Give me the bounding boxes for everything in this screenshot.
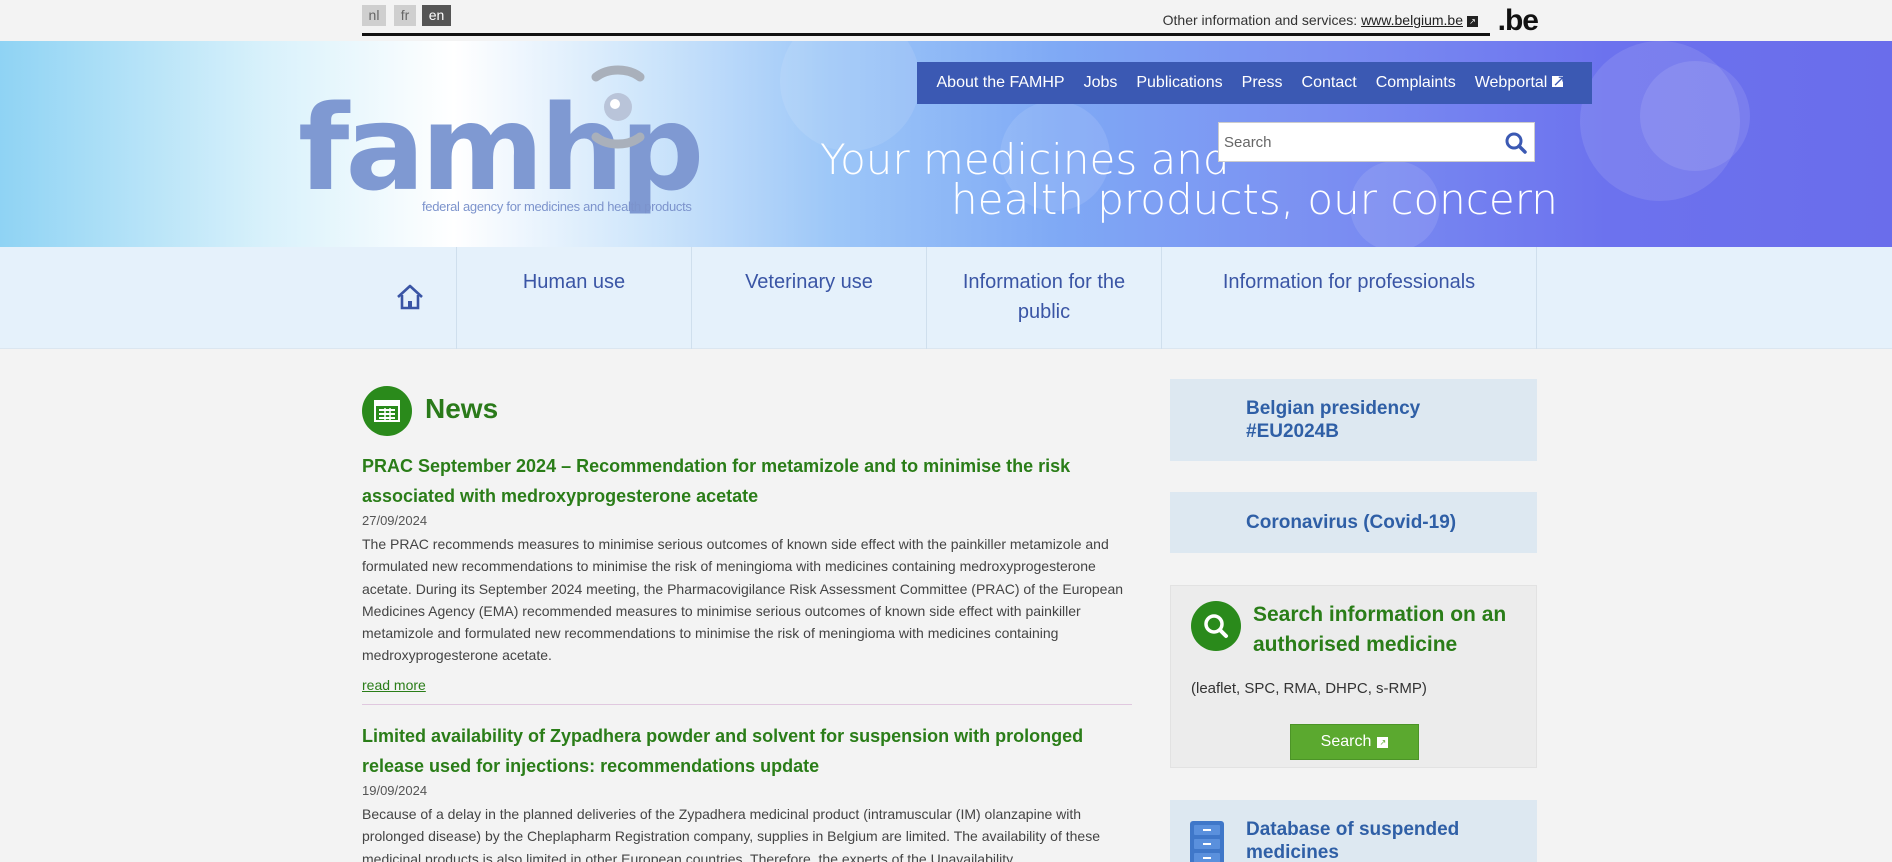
article-date: 27/09/2024 <box>362 513 428 528</box>
nav-jobs[interactable]: Jobs <box>1084 74 1118 92</box>
article-summary: The PRAC recommends measures to minimise… <box>362 536 1124 664</box>
external-link-icon: ↗ <box>1552 73 1566 90</box>
decor-bubble <box>1640 61 1750 171</box>
read-more-link[interactable]: read more <box>362 677 426 693</box>
presidency-link[interactable]: Belgian presidency #EU2024B <box>1246 397 1466 443</box>
nav-about[interactable]: About the FAMHP <box>937 74 1065 92</box>
news-article: Limited availability of Zypadhera powder… <box>362 721 1132 862</box>
magnifier-icon <box>1191 601 1241 651</box>
covid-box[interactable]: Coronavirus (Covid-19) <box>1170 492 1537 553</box>
home-icon[interactable] <box>395 283 425 311</box>
other-services-label: Other information and services: <box>1162 12 1358 28</box>
medicine-search-button[interactable]: Search ↗ <box>1290 724 1419 760</box>
belgium-link[interactable]: www.belgium.be <box>1361 12 1463 28</box>
nav-complaints[interactable]: Complaints <box>1376 74 1456 92</box>
tab-information-public[interactable]: Information for the public <box>927 247 1162 349</box>
lang-nl[interactable]: nl <box>362 5 386 26</box>
article-date: 19/09/2024 <box>362 783 428 798</box>
nav-contact[interactable]: Contact <box>1302 74 1357 92</box>
tab-veterinary-use[interactable]: Veterinary use <box>692 247 927 349</box>
header-banner: famhp federal agency for medicines and h… <box>0 41 1892 247</box>
nav-webportal[interactable]: Webportal ↗ <box>1475 74 1573 92</box>
tab-information-professionals-label: Information for professionals <box>1222 271 1476 293</box>
news-icon <box>362 386 412 436</box>
be-logo[interactable]: .be <box>1498 6 1539 36</box>
suspended-db-link[interactable]: Database of suspended medicines <box>1246 818 1466 862</box>
tab-human-use[interactable]: Human use <box>457 247 692 349</box>
main-navigation: About the FAMHP Jobs Publications Press … <box>917 62 1593 104</box>
tab-information-professionals[interactable]: Information for professionals <box>1162 247 1537 349</box>
lang-en[interactable]: en <box>422 5 451 26</box>
filing-cabinet-icon <box>1190 821 1224 862</box>
logo-emblem-icon <box>591 65 645 149</box>
article-title[interactable]: Limited availability of Zypadhera powder… <box>362 721 1132 781</box>
article-title[interactable]: PRAC September 2024 – Recommendation for… <box>362 451 1132 511</box>
covid-link[interactable]: Coronavirus (Covid-19) <box>1246 511 1456 534</box>
nav-press[interactable]: Press <box>1242 74 1283 92</box>
search-icon[interactable] <box>1504 131 1528 155</box>
other-services: Other information and services: www.belg… <box>1163 12 1478 28</box>
medicine-search-button-label: Search <box>1320 733 1372 750</box>
tab-veterinary-use-label: Veterinary use <box>745 271 873 293</box>
suspended-db-box[interactable]: Database of suspended medicines <box>1170 800 1537 862</box>
nav-webportal-label: Webportal <box>1474 74 1548 91</box>
news-heading: News <box>425 393 499 424</box>
search-box <box>1218 122 1535 162</box>
external-link-icon: ↗ <box>1377 736 1389 748</box>
tab-human-use-label: Human use <box>522 271 626 293</box>
medicine-search-panel: Search information on an authorised medi… <box>1170 585 1537 768</box>
external-link-icon: ↗ <box>1467 16 1478 27</box>
section-navigation: Human use Veterinary use Information for… <box>0 247 1892 349</box>
news-article: PRAC September 2024 – Recommendation for… <box>362 451 1132 695</box>
article-divider <box>362 704 1132 705</box>
top-divider <box>362 33 1490 36</box>
tab-information-public-label: Information for the public <box>962 271 1126 323</box>
presidency-box[interactable]: Belgian presidency #EU2024B <box>1170 379 1537 461</box>
nav-publications[interactable]: Publications <box>1136 74 1222 92</box>
article-summary: Because of a delay in the planned delive… <box>362 806 1100 862</box>
medicine-search-title: Search information on an authorised medi… <box>1253 603 1507 656</box>
medicine-search-description: (leaflet, SPC, RMA, DHPC, s-RMP) <box>1191 680 1427 697</box>
search-input[interactable] <box>1219 123 1489 161</box>
slogan-line-2: health products, our concern <box>951 175 1558 224</box>
lang-fr[interactable]: fr <box>394 5 416 26</box>
logo-subtitle: federal agency for medicines and health … <box>422 199 692 214</box>
top-bar: nl fr en Other information and services:… <box>362 0 1539 41</box>
